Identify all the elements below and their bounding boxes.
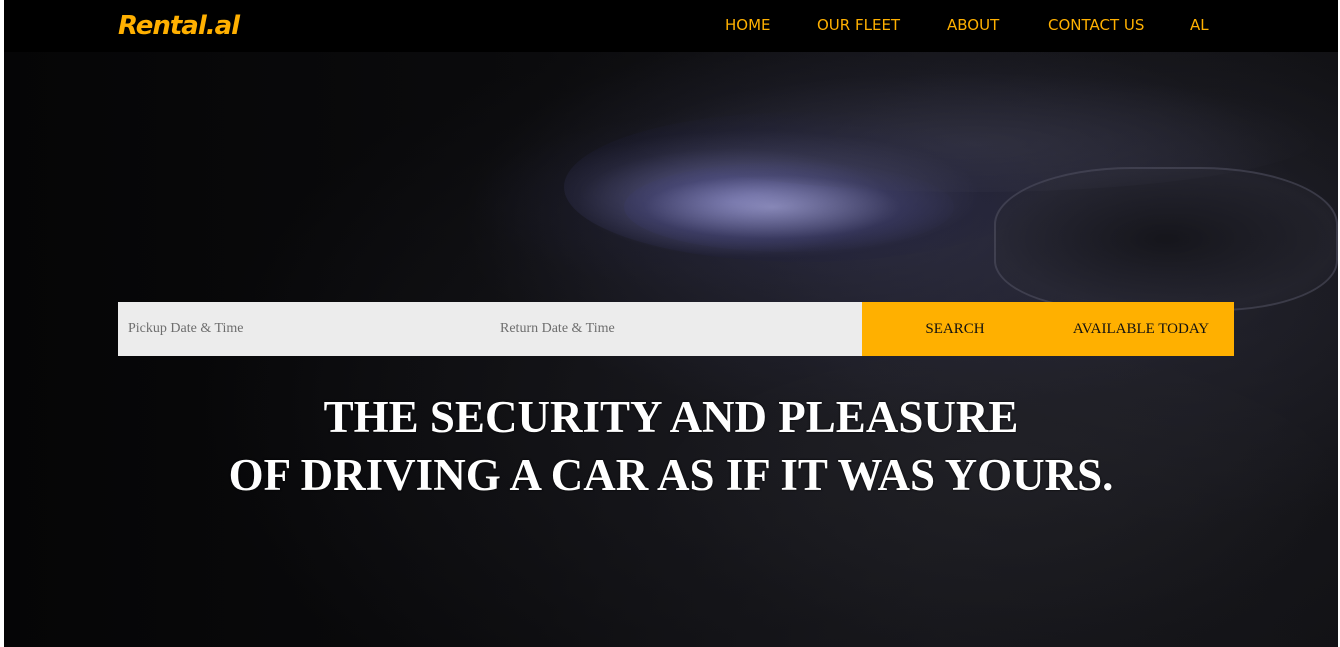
page-frame: Rental.al HOME OUR FLEET ABOUT CONTACT U… bbox=[4, 0, 1338, 647]
search-button[interactable]: SEARCH bbox=[862, 302, 1048, 356]
car-headlight-shape bbox=[624, 162, 954, 252]
nav-about-link[interactable]: ABOUT bbox=[947, 15, 999, 35]
nav-contact-us-link[interactable]: CONTACT US bbox=[1048, 15, 1144, 35]
hero-headline: THE SECURITY AND PLEASURE OF DRIVING A C… bbox=[4, 388, 1338, 504]
car-grille-shape bbox=[994, 167, 1338, 311]
car-hood-shape bbox=[624, 72, 1324, 192]
nav-our-fleet-link[interactable]: OUR FLEET bbox=[817, 15, 900, 35]
nav-home-link[interactable]: HOME bbox=[725, 15, 771, 35]
search-bar: SEARCH AVAILABLE TODAY bbox=[118, 302, 1234, 356]
return-date-input[interactable] bbox=[490, 302, 862, 356]
top-navbar: Rental.al HOME OUR FLEET ABOUT CONTACT U… bbox=[4, 0, 1338, 52]
available-today-button[interactable]: AVAILABLE TODAY bbox=[1048, 302, 1234, 356]
return-date-field-wrapper bbox=[490, 302, 862, 356]
pickup-date-field-wrapper bbox=[118, 302, 490, 356]
brand-logo[interactable]: Rental.al bbox=[118, 8, 240, 44]
pickup-date-input[interactable] bbox=[118, 302, 490, 356]
nav-language-al-link[interactable]: AL bbox=[1190, 15, 1209, 35]
hero-headline-line-1: THE SECURITY AND PLEASURE bbox=[323, 392, 1019, 442]
hero-headline-line-2: OF DRIVING A CAR AS IF IT WAS YOURS. bbox=[228, 450, 1114, 500]
car-background-image bbox=[564, 112, 1044, 262]
hero-section: SEARCH AVAILABLE TODAY THE SECURITY AND … bbox=[4, 52, 1338, 647]
